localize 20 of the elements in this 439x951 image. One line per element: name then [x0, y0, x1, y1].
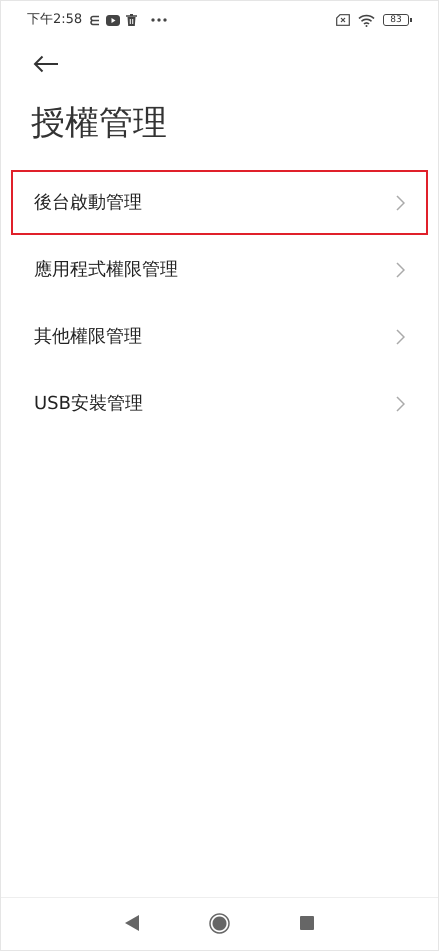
chevron-right-icon	[396, 328, 405, 344]
notification-icon	[90, 14, 100, 26]
wifi-icon	[358, 14, 375, 26]
chevron-right-icon	[396, 262, 405, 278]
menu-item[interactable]: USB安裝管理	[11, 371, 428, 436]
page-title: 授權管理	[30, 102, 168, 145]
status-time: 下午2:58	[27, 11, 82, 30]
more-icon	[151, 18, 168, 22]
menu-item[interactable]: 後台啟動管理	[11, 170, 428, 235]
back-button[interactable]	[33, 53, 59, 75]
nav-home-button[interactable]	[209, 912, 230, 934]
nav-back-button[interactable]	[125, 915, 139, 931]
chevron-right-icon	[396, 194, 405, 210]
battery-indicator: 83	[383, 14, 409, 26]
play-icon	[106, 14, 120, 26]
menu-item[interactable]: 其他權限管理	[11, 304, 428, 369]
trash-icon	[126, 14, 138, 26]
chevron-right-icon	[396, 396, 405, 412]
sim-off-icon	[336, 14, 350, 26]
menu-item[interactable]: 應用程式權限管理	[11, 237, 428, 302]
